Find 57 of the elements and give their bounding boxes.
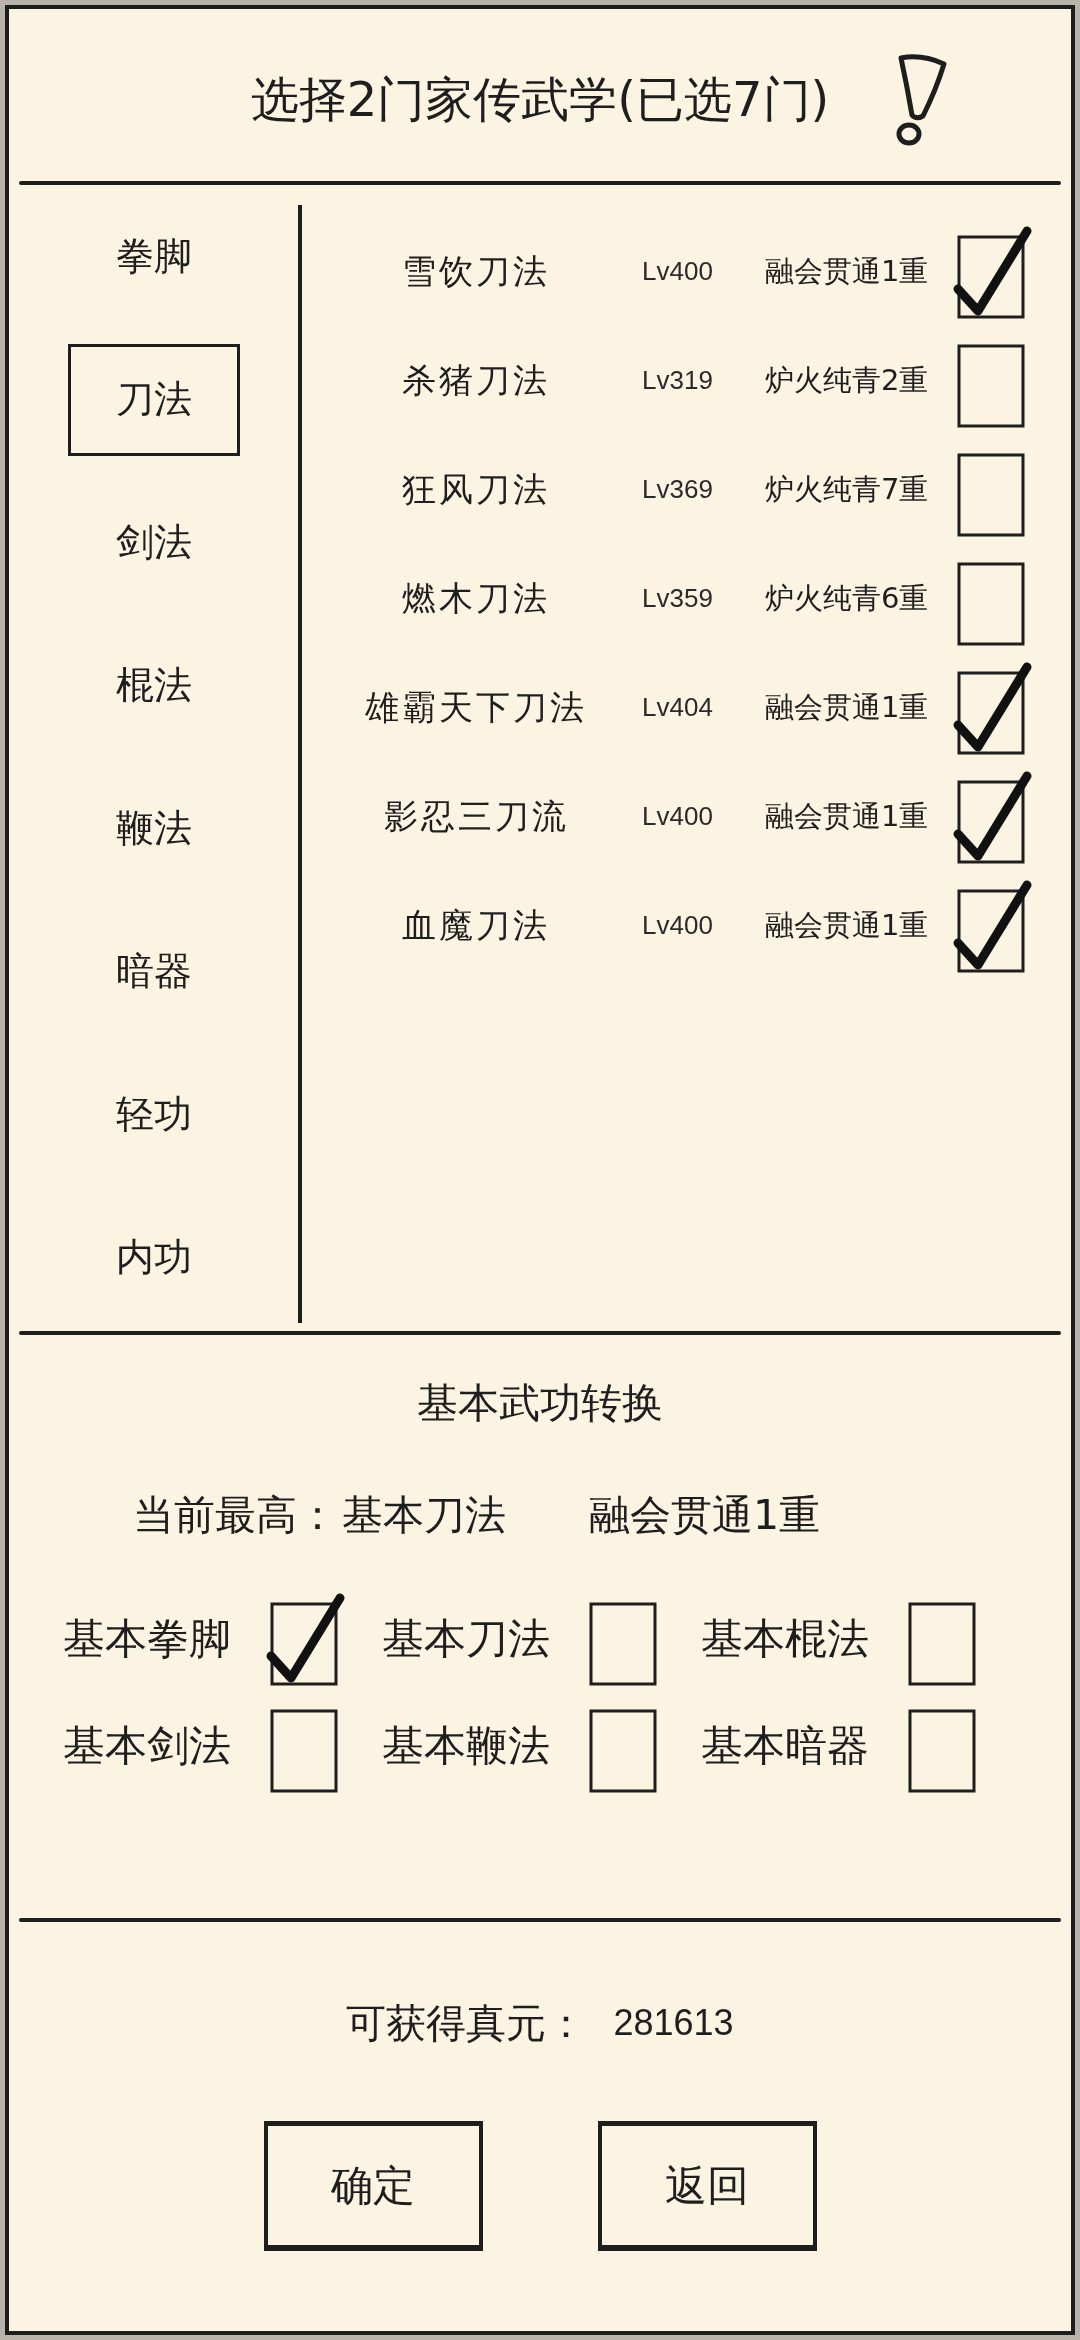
checkbox[interactable] bbox=[908, 1708, 976, 1793]
checkbox[interactable] bbox=[952, 224, 1033, 319]
skill-level: Lv400 bbox=[642, 801, 713, 832]
checkbox[interactable] bbox=[589, 1601, 657, 1686]
section-title: 基本武功转换 bbox=[417, 1377, 663, 1429]
category-tab[interactable]: 剑法 bbox=[67, 486, 240, 599]
dialog-button[interactable]: 返回 bbox=[597, 2121, 817, 2251]
dialog-title: 选择2门家传武学(已选7门) bbox=[250, 70, 830, 129]
option-label: 基本刀法 bbox=[382, 1612, 550, 1665]
option-label: 基本暗器 bbox=[701, 1719, 869, 1772]
option-label: 基本剑法 bbox=[63, 1719, 231, 1772]
checkbox[interactable] bbox=[952, 660, 1033, 755]
reward-label: 可获得真元： bbox=[346, 1998, 587, 2048]
skill-name: 雪饮刀法 bbox=[402, 249, 550, 293]
current-skill: 基本刀法 bbox=[342, 1489, 506, 1541]
skill-name: 燃木刀法 bbox=[402, 576, 550, 620]
skill-name: 雄霸天下刀法 bbox=[365, 685, 587, 729]
category-tab[interactable]: 轻功 bbox=[67, 1058, 240, 1171]
skill-rank: 融会贯通1重 bbox=[765, 252, 929, 290]
category-tab[interactable]: 内功 bbox=[67, 1201, 240, 1314]
option-label: 基本棍法 bbox=[701, 1612, 869, 1665]
skill-level: Lv400 bbox=[642, 910, 713, 941]
skill-rank: 融会贯通1重 bbox=[765, 688, 929, 726]
checkbox[interactable] bbox=[957, 343, 1025, 428]
skill-level: Lv319 bbox=[642, 365, 713, 396]
reward-value: 281613 bbox=[613, 2002, 734, 2044]
checkbox[interactable] bbox=[908, 1601, 976, 1686]
category-tab[interactable]: 鞭法 bbox=[67, 772, 240, 885]
skill-level: Lv404 bbox=[642, 692, 713, 723]
category-tab[interactable]: 刀法 bbox=[67, 343, 240, 456]
skill-name: 影忍三刀流 bbox=[383, 794, 569, 838]
skill-rank: 融会贯通1重 bbox=[765, 797, 929, 835]
checkbox[interactable] bbox=[952, 769, 1033, 864]
skill-name: 血魔刀法 bbox=[402, 903, 550, 947]
skill-rank: 炉火纯青2重 bbox=[765, 361, 929, 399]
skill-rank: 炉火纯青7重 bbox=[765, 470, 929, 508]
category-tab[interactable]: 暗器 bbox=[67, 915, 240, 1028]
skill-name: 杀猪刀法 bbox=[402, 358, 550, 402]
dialog-button[interactable]: 确定 bbox=[263, 2121, 483, 2251]
checkbox[interactable] bbox=[952, 878, 1033, 973]
current-label: 当前最高： bbox=[133, 1489, 338, 1541]
category-tab[interactable]: 拳脚 bbox=[67, 200, 240, 313]
current-rank: 融会贯通1重 bbox=[589, 1489, 821, 1541]
checkbox[interactable] bbox=[265, 1591, 346, 1686]
skill-name: 狂风刀法 bbox=[402, 467, 550, 511]
skill-level: Lv400 bbox=[642, 256, 713, 287]
checkbox[interactable] bbox=[957, 561, 1025, 646]
category-tab[interactable]: 棍法 bbox=[67, 629, 240, 742]
skill-level: Lv359 bbox=[642, 583, 713, 614]
checkbox[interactable] bbox=[957, 452, 1025, 537]
checkbox[interactable] bbox=[589, 1708, 657, 1793]
skill-rank: 融会贯通1重 bbox=[765, 906, 929, 944]
option-label: 基本拳脚 bbox=[63, 1612, 231, 1665]
skill-rank: 炉火纯青6重 bbox=[765, 579, 929, 617]
skill-level: Lv369 bbox=[642, 474, 713, 505]
checkbox[interactable] bbox=[270, 1708, 338, 1793]
option-label: 基本鞭法 bbox=[382, 1719, 550, 1772]
